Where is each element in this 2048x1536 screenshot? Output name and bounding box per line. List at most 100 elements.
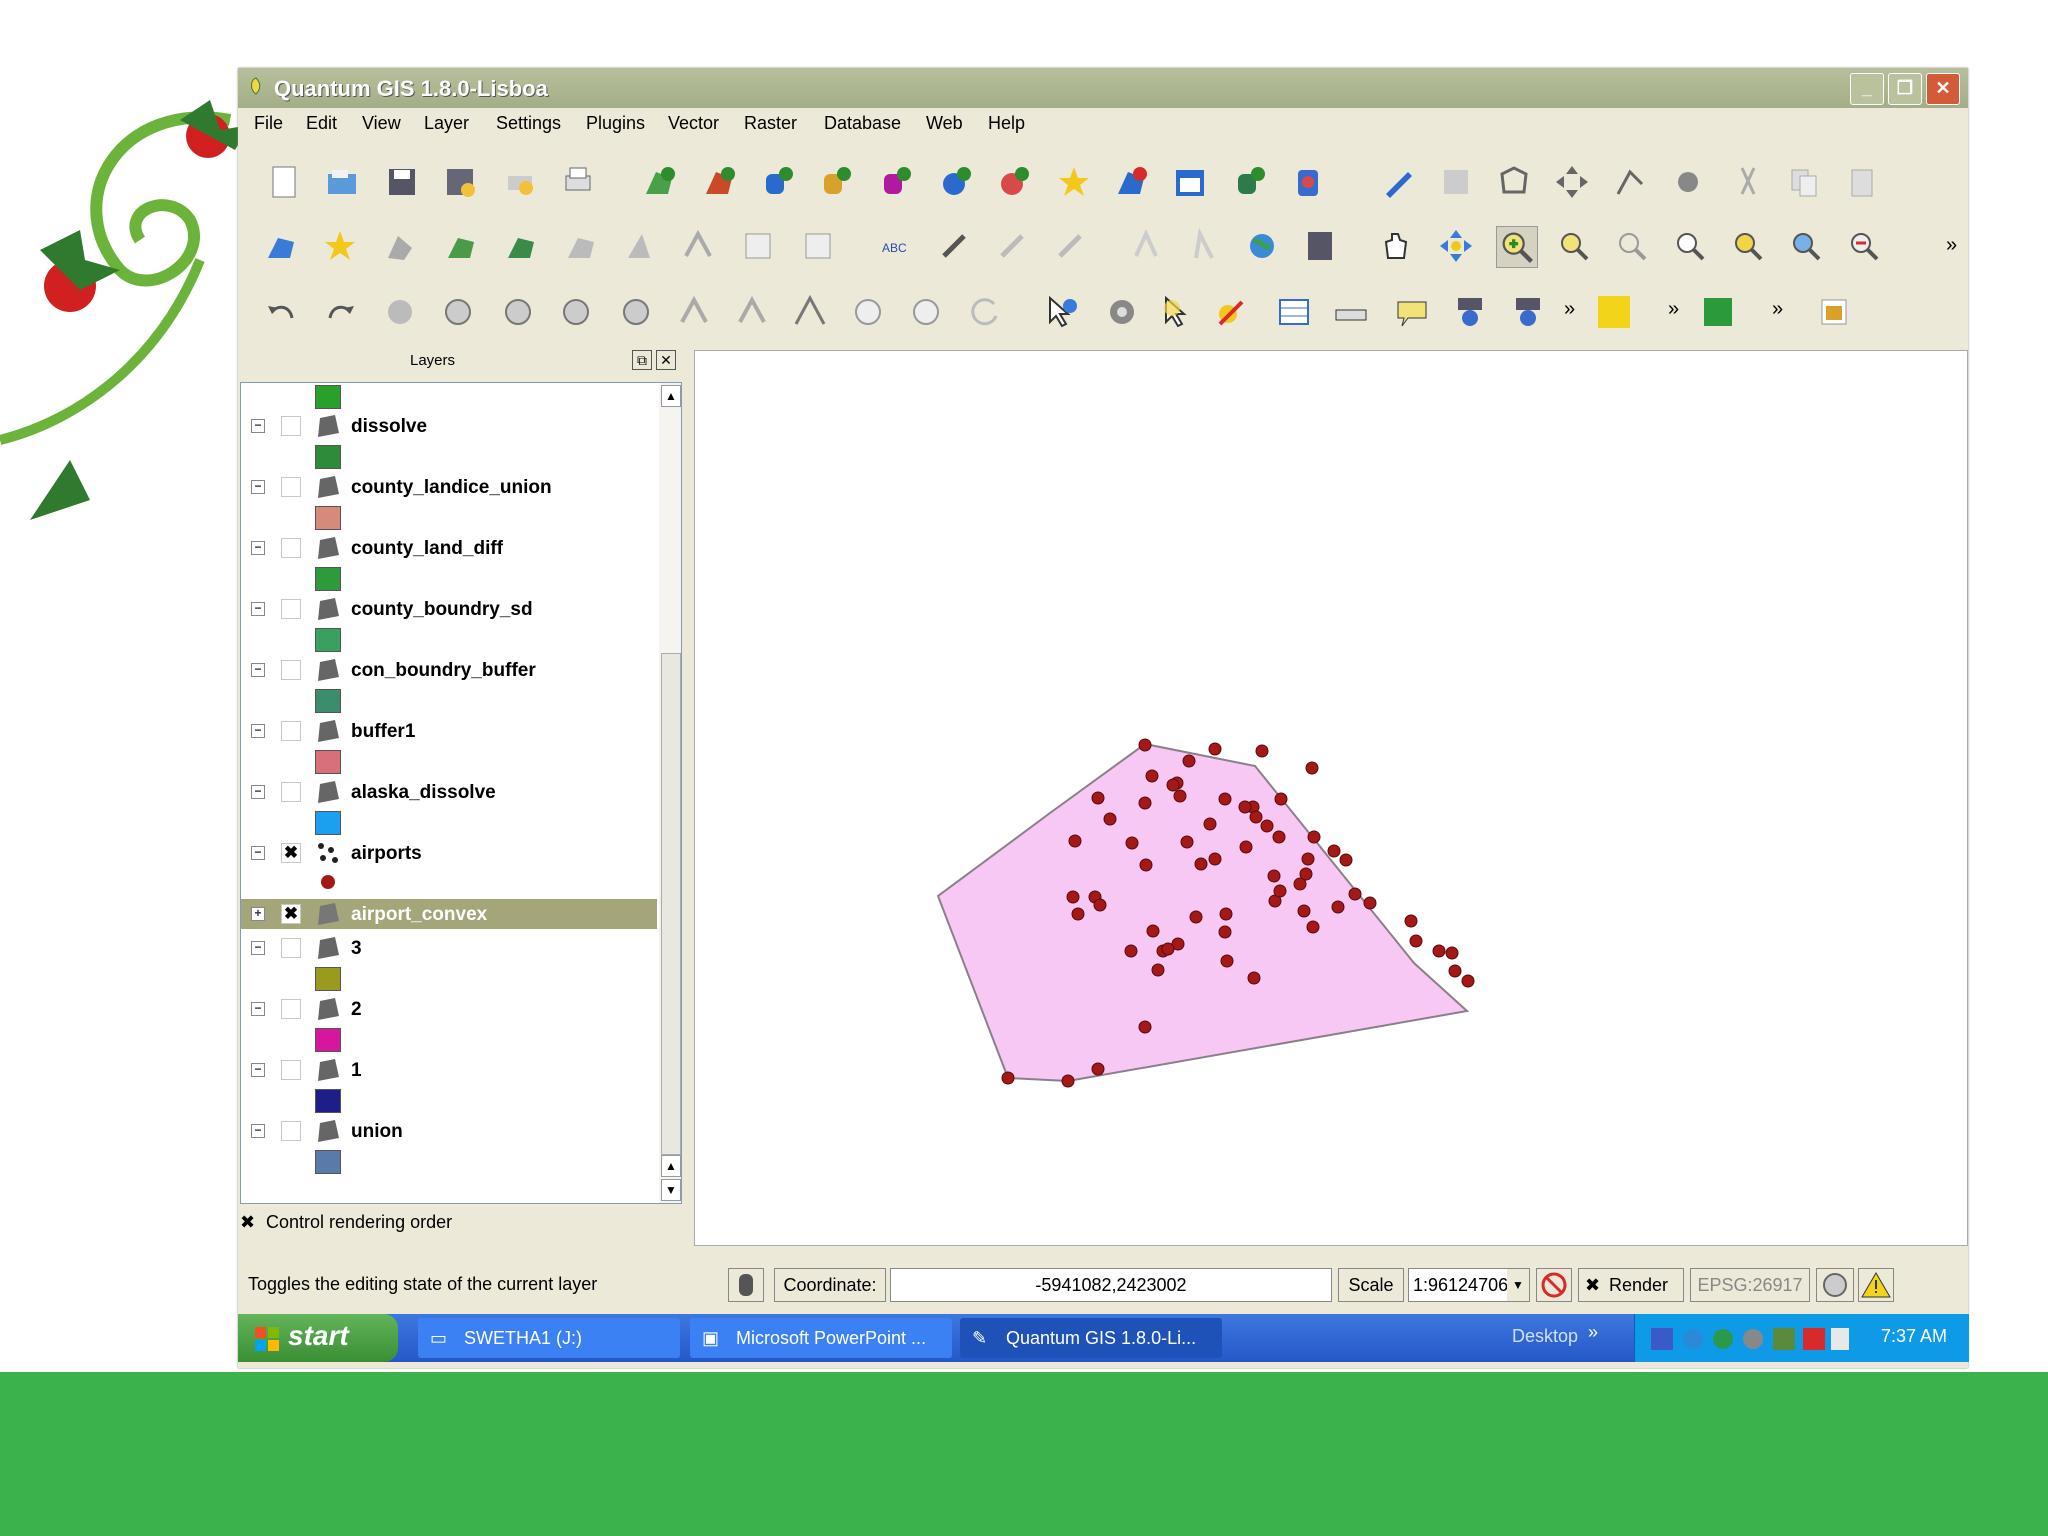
airport-point[interactable] bbox=[1247, 971, 1261, 985]
reshape-2-icon[interactable] bbox=[676, 294, 712, 330]
float-panel-button[interactable]: ⧉ bbox=[632, 350, 652, 370]
plugin-export-icon[interactable] bbox=[1816, 294, 1852, 330]
airport-point[interactable] bbox=[1138, 796, 1152, 810]
menu-database[interactable]: Database bbox=[824, 113, 901, 134]
layer-item-3[interactable]: − 3 bbox=[241, 933, 657, 963]
airport-point[interactable] bbox=[1061, 1074, 1075, 1088]
measure-line-icon[interactable] bbox=[1334, 294, 1370, 330]
zoom-out-icon[interactable] bbox=[1556, 228, 1592, 264]
select-features-icon[interactable] bbox=[1160, 294, 1196, 330]
airport-point[interactable] bbox=[1068, 834, 1082, 848]
toolbar-overflow-3-icon[interactable]: » bbox=[1668, 298, 1679, 321]
layer-visibility-checkbox[interactable] bbox=[281, 660, 301, 680]
delete-part-2-icon[interactable] bbox=[618, 294, 654, 330]
airport-point[interactable] bbox=[1363, 896, 1377, 910]
add-mssql-layer-icon[interactable] bbox=[878, 164, 914, 200]
layer-item-county-boundry-sd[interactable]: − county_boundry_sd bbox=[241, 594, 657, 624]
collapse-icon[interactable]: − bbox=[251, 846, 265, 860]
render-toggle[interactable]: ✖ Render bbox=[1578, 1268, 1684, 1302]
new-bookmark-icon[interactable] bbox=[1056, 164, 1092, 200]
label-abc-icon[interactable]: ABC bbox=[878, 228, 914, 264]
delete-part-icon[interactable] bbox=[800, 228, 836, 264]
scale-combobox[interactable]: 1:96124706 ▼ bbox=[1408, 1268, 1530, 1302]
layer-visibility-checkbox[interactable] bbox=[281, 999, 301, 1019]
airport-point[interactable] bbox=[1301, 852, 1315, 866]
task-powerpoint[interactable]: ▣ Microsoft PowerPoint ... bbox=[690, 1318, 952, 1358]
start-button[interactable]: start bbox=[238, 1314, 398, 1362]
add-raster-layer-icon[interactable] bbox=[702, 164, 738, 200]
collapse-icon[interactable]: − bbox=[251, 1063, 265, 1077]
airport-point[interactable] bbox=[1274, 792, 1288, 806]
menu-vector[interactable]: Vector bbox=[668, 113, 719, 134]
collapse-icon[interactable]: − bbox=[251, 941, 265, 955]
delete-ring-icon[interactable] bbox=[740, 228, 776, 264]
advanced-edit-icon[interactable] bbox=[382, 228, 418, 264]
layer-item-buffer1[interactable]: − buffer1 bbox=[241, 716, 657, 746]
scroll-up-2-icon[interactable]: ▲ bbox=[661, 1155, 681, 1177]
move-feature-icon[interactable] bbox=[1554, 164, 1590, 200]
airport-point[interactable] bbox=[1138, 1020, 1152, 1034]
desktop-toolbar-label[interactable]: Desktop bbox=[1512, 1326, 1578, 1347]
airport-point[interactable] bbox=[1091, 1062, 1105, 1076]
add-wms-layer-icon[interactable] bbox=[938, 164, 974, 200]
minimize-button[interactable]: _ bbox=[1850, 73, 1884, 105]
add-feature-icon[interactable] bbox=[1496, 164, 1532, 200]
new-project-icon[interactable] bbox=[266, 164, 302, 200]
bookmark-star-icon[interactable] bbox=[322, 228, 358, 264]
layer-visibility-checkbox[interactable] bbox=[281, 477, 301, 497]
layer-visibility-checkbox[interactable] bbox=[281, 1121, 301, 1141]
merge-features-icon[interactable] bbox=[850, 294, 886, 330]
zoom-last-icon[interactable] bbox=[1846, 228, 1882, 264]
move-label-icon[interactable] bbox=[1052, 228, 1088, 264]
airport-point[interactable] bbox=[1208, 852, 1222, 866]
map-tips-icon[interactable] bbox=[1394, 294, 1430, 330]
airport-point[interactable] bbox=[1208, 742, 1222, 756]
expand-icon[interactable]: + bbox=[251, 907, 265, 921]
menu-raster[interactable]: Raster bbox=[744, 113, 797, 134]
airport-point[interactable] bbox=[1203, 817, 1217, 831]
add-part-icon[interactable] bbox=[504, 228, 540, 264]
airport-point[interactable] bbox=[1255, 744, 1269, 758]
airport-point[interactable] bbox=[1307, 830, 1321, 844]
zoom-full-icon[interactable] bbox=[1672, 228, 1708, 264]
deselect-icon[interactable] bbox=[1214, 294, 1250, 330]
new-shapefile-icon[interactable] bbox=[1172, 164, 1208, 200]
layer-visibility-checkbox[interactable]: ✖ bbox=[281, 843, 301, 863]
run-feature-action-icon[interactable] bbox=[1104, 294, 1140, 330]
airport-point[interactable] bbox=[1239, 840, 1253, 854]
airport-point[interactable] bbox=[1220, 954, 1234, 968]
rotate-point-icon[interactable] bbox=[966, 294, 1002, 330]
airport-point[interactable] bbox=[1299, 867, 1313, 881]
zoom-in-icon[interactable] bbox=[1496, 226, 1538, 268]
epsg-label[interactable]: EPSG:26917 bbox=[1690, 1268, 1810, 1302]
layer-visibility-checkbox[interactable] bbox=[281, 599, 301, 619]
airport-point[interactable] bbox=[1305, 761, 1319, 775]
airport-point[interactable] bbox=[1139, 858, 1153, 872]
airport-point[interactable] bbox=[1273, 884, 1287, 898]
fill-ring-icon[interactable] bbox=[564, 228, 600, 264]
airport-point[interactable] bbox=[1297, 904, 1311, 918]
attribute-table-icon[interactable] bbox=[1276, 294, 1312, 330]
menu-settings[interactable]: Settings bbox=[496, 113, 561, 134]
undo-icon[interactable] bbox=[264, 294, 300, 330]
close-panel-button[interactable]: ✕ bbox=[656, 350, 676, 370]
scroll-thumb[interactable] bbox=[661, 653, 681, 1155]
layer-item-dissolve[interactable]: − dissolve bbox=[241, 411, 657, 441]
zoom-to-selection-icon[interactable] bbox=[1788, 228, 1824, 264]
airport-point[interactable] bbox=[1218, 792, 1232, 806]
menu-web[interactable]: Web bbox=[926, 113, 963, 134]
collapse-icon[interactable]: − bbox=[251, 663, 265, 677]
airport-point[interactable] bbox=[1182, 754, 1196, 768]
layer-item-con-boundry-buffer[interactable]: − con_boundry_buffer bbox=[241, 655, 657, 685]
layer-visibility-checkbox[interactable] bbox=[281, 721, 301, 741]
layer-item-1[interactable]: − 1 bbox=[241, 1055, 657, 1085]
scroll-down-icon[interactable]: ▼ bbox=[661, 1179, 681, 1201]
split-features-icon[interactable] bbox=[792, 294, 828, 330]
layer-item-county-land-diff[interactable]: − county_land_diff bbox=[241, 533, 657, 563]
coordinate-field[interactable]: -5941082,2423002 bbox=[890, 1268, 1332, 1302]
open-project-icon[interactable] bbox=[324, 164, 360, 200]
digitize-icon[interactable] bbox=[264, 228, 300, 264]
layer-item-2[interactable]: − 2 bbox=[241, 994, 657, 1024]
menu-file[interactable]: File bbox=[254, 113, 283, 134]
restore-button[interactable]: ❐ bbox=[1888, 73, 1922, 105]
